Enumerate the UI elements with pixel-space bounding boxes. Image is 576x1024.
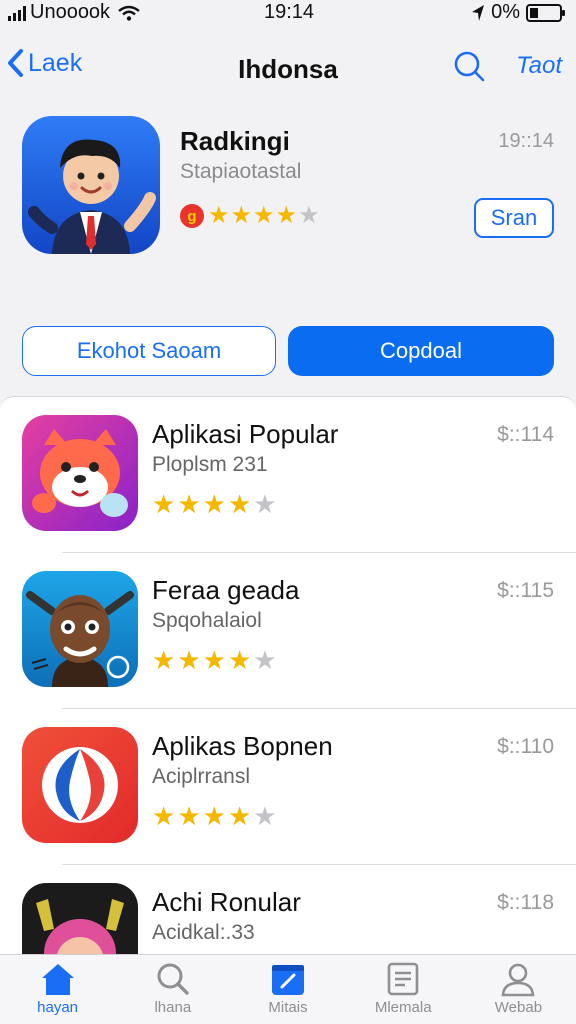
- star-empty-icon: ★: [253, 489, 277, 519]
- location-icon: [472, 4, 485, 21]
- featured-app: Radkingi Stapiaotastal 19::14 g ★ ★ ★ ★ ★ Sr…: [0, 100, 576, 300]
- carrier-label: Unooook: [30, 1, 111, 23]
- app-title: Achi Ronular: [152, 887, 301, 917]
- badge-icon: g: [180, 204, 204, 228]
- featured-app-rating: g ★ ★ ★ ★ ★: [180, 204, 320, 228]
- star-filled-icon: ★: [208, 202, 230, 229]
- home-icon: [41, 964, 74, 995]
- featured-app-meta: 19::14: [498, 130, 554, 152]
- star-filled-icon: ★: [202, 645, 226, 675]
- signal-icon: [8, 5, 26, 21]
- star-empty-icon: ★: [298, 202, 320, 229]
- star-rating: ★ ★ ★ ★ ★: [152, 647, 277, 673]
- tab-list[interactable]: Mlemala: [346, 955, 461, 1024]
- featured-app-action-button[interactable]: Sran: [474, 198, 554, 238]
- app-price: $::115: [497, 579, 554, 602]
- star-filled-icon: ★: [253, 202, 275, 229]
- nav-right-button[interactable]: Taot: [516, 52, 562, 80]
- star-filled-icon: ★: [152, 801, 176, 831]
- list-item[interactable]: Aplikas Bopnen Aciplrransl $::110 ★ ★ ★ ★ ★: [0, 709, 576, 865]
- status-bar: Unooook 19:14 0%: [0, 0, 576, 26]
- app-subtitle: Ploplsm 231: [152, 453, 268, 476]
- chevron-left-icon: [8, 49, 23, 77]
- tab-label: Mlemala: [374, 999, 432, 1016]
- list-item[interactable]: Feraa geada Spqohalaiol $::115 ★ ★ ★ ★ ★: [0, 553, 576, 709]
- app-subtitle: Acidkal:.33: [152, 921, 255, 944]
- star-rating: ★ ★ ★ ★ ★: [152, 803, 277, 829]
- page-title: Ihdonsa: [238, 54, 338, 84]
- tab-profile[interactable]: Webab: [461, 955, 576, 1024]
- app-price: $::118: [497, 891, 554, 914]
- list-icon: [387, 962, 419, 996]
- fox-icon: [22, 415, 138, 531]
- star-empty-icon: ★: [253, 801, 277, 831]
- tab-label: Webab: [494, 999, 543, 1016]
- businessman-icon: [22, 116, 160, 254]
- star-filled-icon: ★: [230, 202, 253, 229]
- star-filled-icon: ★: [275, 202, 298, 229]
- girl-icon: [22, 883, 138, 956]
- star-filled-icon: ★: [152, 489, 176, 519]
- back-label: Laek: [28, 48, 83, 77]
- app-title: Aplikasi Popular: [152, 419, 339, 449]
- featured-app-icon[interactable]: [22, 116, 160, 254]
- list-item[interactable]: Aplikasi Popular Ploplsm 231 $::114 ★ ★ ★ ★…: [0, 397, 576, 553]
- profile-icon: [501, 963, 535, 997]
- tab-home[interactable]: hayan: [0, 955, 115, 1024]
- app-subtitle: Spqohalaiol: [152, 609, 262, 632]
- search-icon[interactable]: [452, 49, 486, 83]
- status-right: 0%: [471, 1, 565, 24]
- star-rating: ★ ★ ★ ★ ★: [208, 204, 320, 228]
- filled-button[interactable]: Copdoal: [288, 326, 554, 376]
- tab-label: Mitais: [268, 999, 308, 1016]
- star-filled-icon: ★: [177, 489, 201, 519]
- wifi-icon: [118, 5, 140, 21]
- tab-label: hayan: [37, 999, 79, 1016]
- tab-apps[interactable]: Mitais: [230, 955, 345, 1024]
- star-filled-icon: ★: [177, 645, 201, 675]
- nav-bar: Laek Ihdonsa Taot: [0, 40, 576, 96]
- star-filled-icon: ★: [227, 645, 252, 675]
- list-item[interactable]: Achi Ronular Acidkal:.33 $::118 ★★★★★: [0, 865, 576, 956]
- star-filled-icon: ★: [202, 801, 226, 831]
- star-filled-icon: ★: [177, 801, 201, 831]
- tab-label: lhana: [154, 999, 192, 1016]
- app-title: Feraa geada: [152, 575, 300, 605]
- outline-button[interactable]: Ekohot Saoam: [22, 326, 276, 376]
- character-icon: [22, 571, 138, 687]
- battery-icon: [526, 3, 565, 22]
- back-button[interactable]: Laek: [6, 48, 82, 78]
- star-filled-icon: ★: [227, 801, 252, 831]
- star-rating: ★ ★ ★ ★ ★: [152, 491, 277, 517]
- app-subtitle: Aciplrransl: [152, 765, 251, 788]
- app-title: Aplikas Bopnen: [152, 731, 333, 761]
- segment-buttons: Ekohot Saoam Copdoal: [22, 326, 554, 378]
- star-empty-icon: ★: [253, 645, 277, 675]
- star-filled-icon: ★: [227, 489, 252, 519]
- status-time: 19:14: [264, 1, 315, 23]
- tab-search[interactable]: lhana: [115, 955, 230, 1024]
- tab-bar: hayan lhana Mitais Mlemala Webab: [0, 954, 576, 1024]
- featured-app-subtitle: Stapiaotastal: [180, 160, 302, 183]
- search-icon: [157, 963, 189, 995]
- star-filled-icon: ★: [152, 645, 176, 675]
- battery-percent: 0%: [491, 1, 520, 23]
- star-filled-icon: ★: [202, 489, 226, 519]
- apps-icon: [272, 965, 304, 995]
- featured-app-name: Radkingi: [180, 126, 290, 156]
- carrier-group: Unooook: [8, 1, 140, 24]
- app-list: Aplikasi Popular Ploplsm 231 $::114 ★ ★ ★ ★…: [0, 396, 576, 956]
- app-price: $::114: [497, 423, 554, 446]
- swirl-icon: [22, 727, 138, 843]
- app-price: $::110: [497, 735, 554, 758]
